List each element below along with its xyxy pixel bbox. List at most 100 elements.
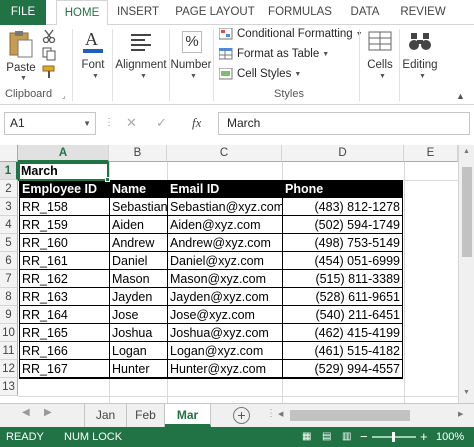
cell-name[interactable]: Daniel	[109, 252, 167, 270]
name-box[interactable]: A1 ▼	[4, 112, 96, 135]
cell-employee-id[interactable]: RR_163	[19, 288, 109, 306]
row-header-1[interactable]: 1	[0, 162, 18, 180]
cell-phone[interactable]: (540) 211-6451	[282, 306, 403, 324]
drag-handle-icon[interactable]: ⋮	[104, 117, 114, 128]
sheet-next-icon[interactable]: ▶	[44, 407, 52, 418]
scroll-up-icon[interactable]: ▲	[463, 148, 470, 155]
cell-employee-id[interactable]: RR_158	[19, 198, 109, 216]
select-all-corner[interactable]	[0, 145, 18, 162]
cell-name[interactable]: Aiden	[109, 216, 167, 234]
row-header-6[interactable]: 6	[0, 252, 18, 270]
insert-function-icon[interactable]: fx	[192, 115, 201, 131]
cell-name[interactable]: Sebastian	[109, 198, 167, 216]
column-header-e[interactable]: E	[404, 145, 458, 162]
tab-page-layout[interactable]: PAGE LAYOUT	[172, 0, 258, 25]
cancel-icon[interactable]: ✕	[126, 115, 137, 131]
row-header-12[interactable]: 12	[0, 360, 18, 378]
clipboard-launcher-icon[interactable]: ⌟	[62, 91, 66, 100]
vertical-scrollbar[interactable]: ▲ ▼	[458, 145, 474, 403]
scroll-right-icon[interactable]: ▶	[458, 410, 463, 418]
tab-data[interactable]: DATA	[344, 0, 386, 25]
conditional-formatting-button[interactable]: Conditional Formatting ▼	[218, 27, 363, 40]
cell-email[interactable]: Aiden@xyz.com	[167, 216, 282, 234]
cell-phone[interactable]: (461) 515-4182	[282, 342, 403, 360]
scrollbar-thumb[interactable]	[290, 410, 410, 421]
tab-formulas[interactable]: FORMULAS	[264, 0, 336, 25]
sheet-prev-icon[interactable]: ◀	[22, 407, 30, 418]
cell-email[interactable]: Daniel@xyz.com	[167, 252, 282, 270]
cell-name[interactable]: Hunter	[109, 360, 167, 378]
number-button[interactable]: % Number ▼	[170, 29, 212, 83]
row-header-13[interactable]: 13	[0, 378, 18, 396]
row-header-3[interactable]: 3	[0, 198, 18, 216]
zoom-slider-thumb[interactable]	[392, 432, 395, 442]
copy-icon[interactable]	[42, 47, 56, 61]
row-header-7[interactable]: 7	[0, 270, 18, 288]
table-header-cell[interactable]: Email ID	[167, 180, 282, 198]
format-painter-icon[interactable]	[42, 65, 56, 79]
zoom-in-button[interactable]: +	[420, 427, 428, 447]
normal-view-icon[interactable]: ▦	[302, 427, 311, 447]
cells-button[interactable]: Cells ▼	[362, 29, 398, 83]
cut-icon[interactable]	[42, 29, 56, 43]
row-header-11[interactable]: 11	[0, 342, 18, 360]
cell-email[interactable]: Joshua@xyz.com	[167, 324, 282, 342]
column-header-a[interactable]: A	[18, 145, 109, 162]
sheet-tab-feb[interactable]: Feb	[127, 404, 165, 427]
format-as-table-button[interactable]: Format as Table ▼	[218, 47, 329, 60]
row-header-2[interactable]: 2	[0, 180, 18, 198]
column-header-b[interactable]: B	[109, 145, 167, 162]
drag-handle-icon[interactable]: ⋮	[266, 408, 276, 419]
cell-employee-id[interactable]: RR_164	[19, 306, 109, 324]
cell-phone[interactable]: (498) 753-5149	[282, 234, 403, 252]
editing-button[interactable]: Editing ▼	[400, 29, 440, 83]
zoom-level[interactable]: 100%	[436, 427, 464, 447]
cell-phone[interactable]: (515) 811-3389	[282, 270, 403, 288]
cell-name[interactable]: Mason	[109, 270, 167, 288]
cell-name[interactable]: Logan	[109, 342, 167, 360]
collapse-ribbon-icon[interactable]: ▲	[456, 91, 465, 101]
chevron-down-icon[interactable]: ▼	[83, 113, 91, 134]
row-header-8[interactable]: 8	[0, 288, 18, 306]
tab-review[interactable]: REVIEW	[396, 0, 450, 25]
cell-name[interactable]: Jayden	[109, 288, 167, 306]
enter-icon[interactable]: ✓	[156, 115, 167, 131]
paste-button[interactable]: Paste ▼	[4, 29, 38, 83]
scrollbar-thumb[interactable]	[462, 167, 472, 257]
cell-name[interactable]: Jose	[109, 306, 167, 324]
alignment-button[interactable]: Alignment ▼	[114, 29, 168, 83]
tab-insert[interactable]: INSERT	[112, 0, 164, 25]
font-button[interactable]: A Font ▼	[76, 29, 110, 83]
row-header-4[interactable]: 4	[0, 216, 18, 234]
cell-employee-id[interactable]: RR_166	[19, 342, 109, 360]
cell-employee-id[interactable]: RR_165	[19, 324, 109, 342]
page-layout-view-icon[interactable]: ▤	[322, 427, 331, 447]
cell-email[interactable]: Andrew@xyz.com	[167, 234, 282, 252]
cell-employee-id[interactable]: RR_167	[19, 360, 109, 378]
cell-email[interactable]: Jayden@xyz.com	[167, 288, 282, 306]
cell-employee-id[interactable]: RR_160	[19, 234, 109, 252]
cell-employee-id[interactable]: RR_162	[19, 270, 109, 288]
horizontal-scrollbar[interactable]: ⋮ ◀ ▶	[262, 404, 474, 427]
cell-phone[interactable]: (462) 415-4199	[282, 324, 403, 342]
cell-email[interactable]: Jose@xyz.com	[167, 306, 282, 324]
cell-styles-button[interactable]: Cell Styles ▼	[218, 67, 301, 80]
formula-input[interactable]: March	[218, 112, 470, 135]
row-header-5[interactable]: 5	[0, 234, 18, 252]
cell-phone[interactable]: (454) 051-6999	[282, 252, 403, 270]
fill-handle[interactable]	[105, 177, 110, 182]
cell-email[interactable]: Mason@xyz.com	[167, 270, 282, 288]
row-header-9[interactable]: 9	[0, 306, 18, 324]
cell-phone[interactable]: (502) 594-1749	[282, 216, 403, 234]
cell-a1-title[interactable]: March	[18, 162, 109, 180]
sheet-tab-mar[interactable]: Mar	[165, 404, 211, 427]
column-header-d[interactable]: D	[282, 145, 404, 162]
row-header-10[interactable]: 10	[0, 324, 18, 342]
sheet-tab-jan[interactable]: Jan	[85, 404, 127, 427]
tab-home[interactable]: HOME	[56, 0, 108, 26]
cell-name[interactable]: Joshua	[109, 324, 167, 342]
scroll-left-icon[interactable]: ◀	[278, 410, 283, 418]
scroll-down-icon[interactable]: ▼	[463, 389, 470, 396]
table-header-cell[interactable]: Name	[109, 180, 167, 198]
cell-name[interactable]: Andrew	[109, 234, 167, 252]
